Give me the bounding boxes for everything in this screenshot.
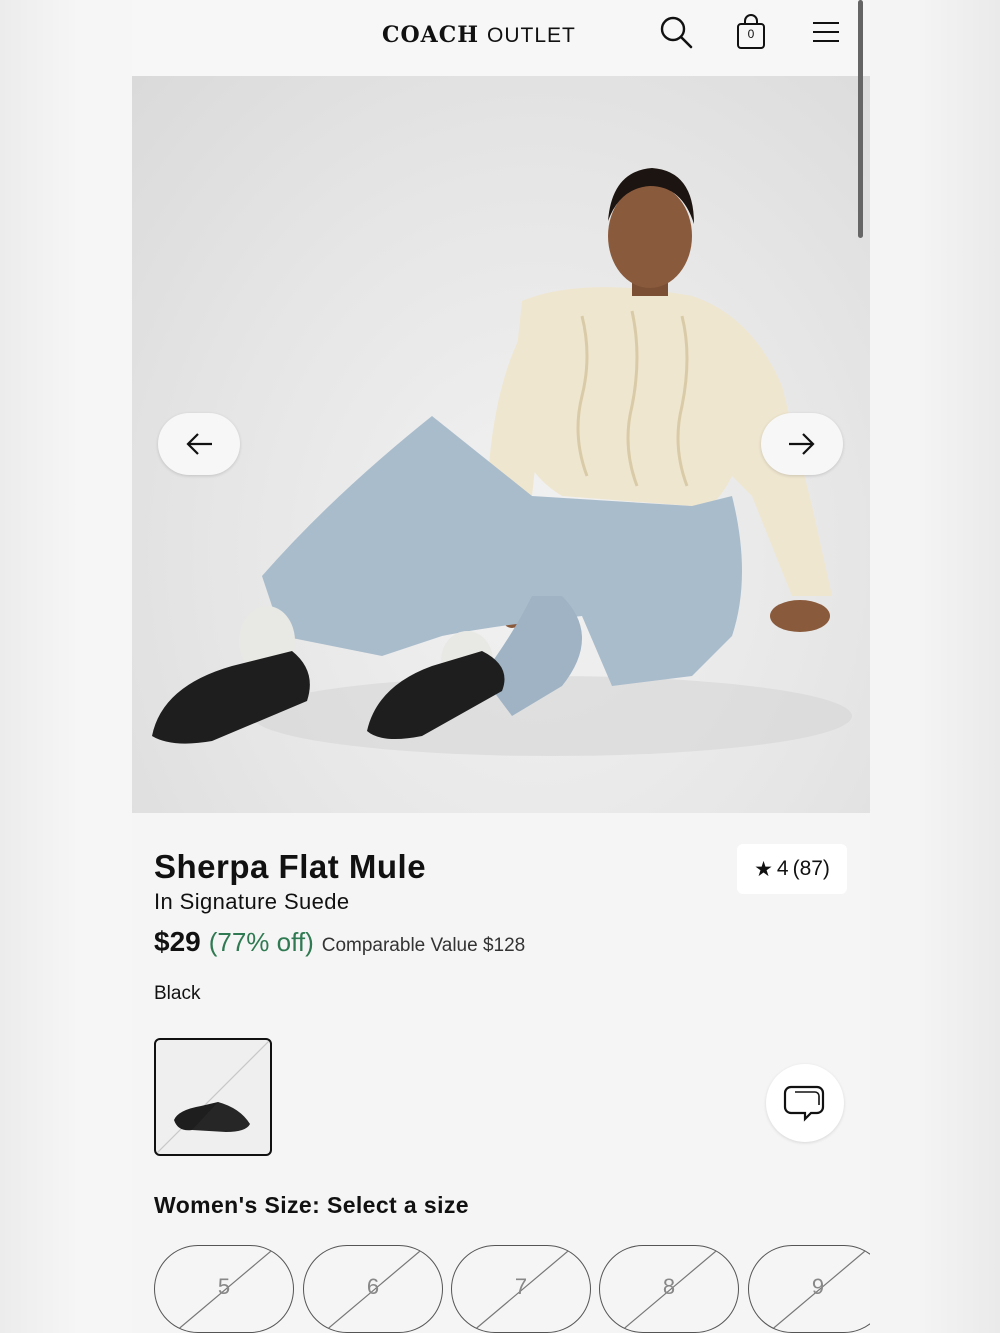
- site-header: COACH OUTLET 0: [132, 0, 870, 76]
- brand-name: COACH: [382, 22, 480, 48]
- color-swatch-black[interactable]: [154, 1038, 272, 1156]
- arrow-left-icon: [186, 433, 212, 455]
- rating-badge[interactable]: ★ 4 (87): [737, 844, 847, 894]
- size-label: 6: [366, 1274, 380, 1299]
- discount-percent: (77% off): [208, 927, 314, 957]
- size-heading: Women's Size: Select a size: [154, 1192, 469, 1218]
- product-subtitle: In Signature Suede: [154, 889, 350, 914]
- size-label: 5: [217, 1274, 231, 1299]
- arrow-right-icon: [789, 433, 815, 455]
- size-label: 7: [514, 1274, 528, 1299]
- product-hero-image[interactable]: [132, 76, 870, 813]
- next-image-button[interactable]: [761, 413, 843, 475]
- selected-color-label: Black: [154, 983, 201, 1004]
- brand-outlet: OUTLET: [487, 24, 576, 47]
- star-icon: ★: [754, 857, 773, 881]
- size-selector: 5 6 7 8 9: [154, 1245, 870, 1333]
- rating-value: 4: [776, 857, 789, 880]
- rating-count: (87): [792, 857, 830, 880]
- model-illustration: [152, 168, 852, 756]
- price-row: $29 (77% off) Comparable Value $128: [154, 926, 525, 958]
- brand-logo[interactable]: COACH OUTLET: [382, 22, 576, 54]
- size-option-5[interactable]: 5: [154, 1245, 294, 1333]
- chat-button[interactable]: [766, 1064, 844, 1142]
- shopping-bag-icon[interactable]: 0: [733, 14, 769, 50]
- sale-price: $29: [154, 926, 201, 957]
- scrollbar[interactable]: [858, 0, 863, 238]
- size-label: 9: [811, 1274, 825, 1299]
- previous-image-button[interactable]: [158, 413, 240, 475]
- size-option-6[interactable]: 6: [303, 1245, 443, 1333]
- size-label: 8: [662, 1274, 676, 1299]
- search-icon[interactable]: [658, 14, 694, 50]
- hamburger-menu-icon[interactable]: [808, 14, 844, 50]
- swatch-image: [156, 1040, 270, 1154]
- size-option-9[interactable]: 9: [748, 1245, 870, 1333]
- size-option-8[interactable]: 8: [599, 1245, 739, 1333]
- product-page: COACH OUTLET 0 Sherpa Flat Mule In Signa…: [132, 0, 870, 1333]
- product-title: Sherpa Flat Mule: [154, 848, 427, 885]
- chat-icon: [783, 1085, 825, 1122]
- comparable-value: Comparable Value $128: [321, 935, 526, 956]
- bag-count: 0: [747, 27, 755, 41]
- size-option-7[interactable]: 7: [451, 1245, 591, 1333]
